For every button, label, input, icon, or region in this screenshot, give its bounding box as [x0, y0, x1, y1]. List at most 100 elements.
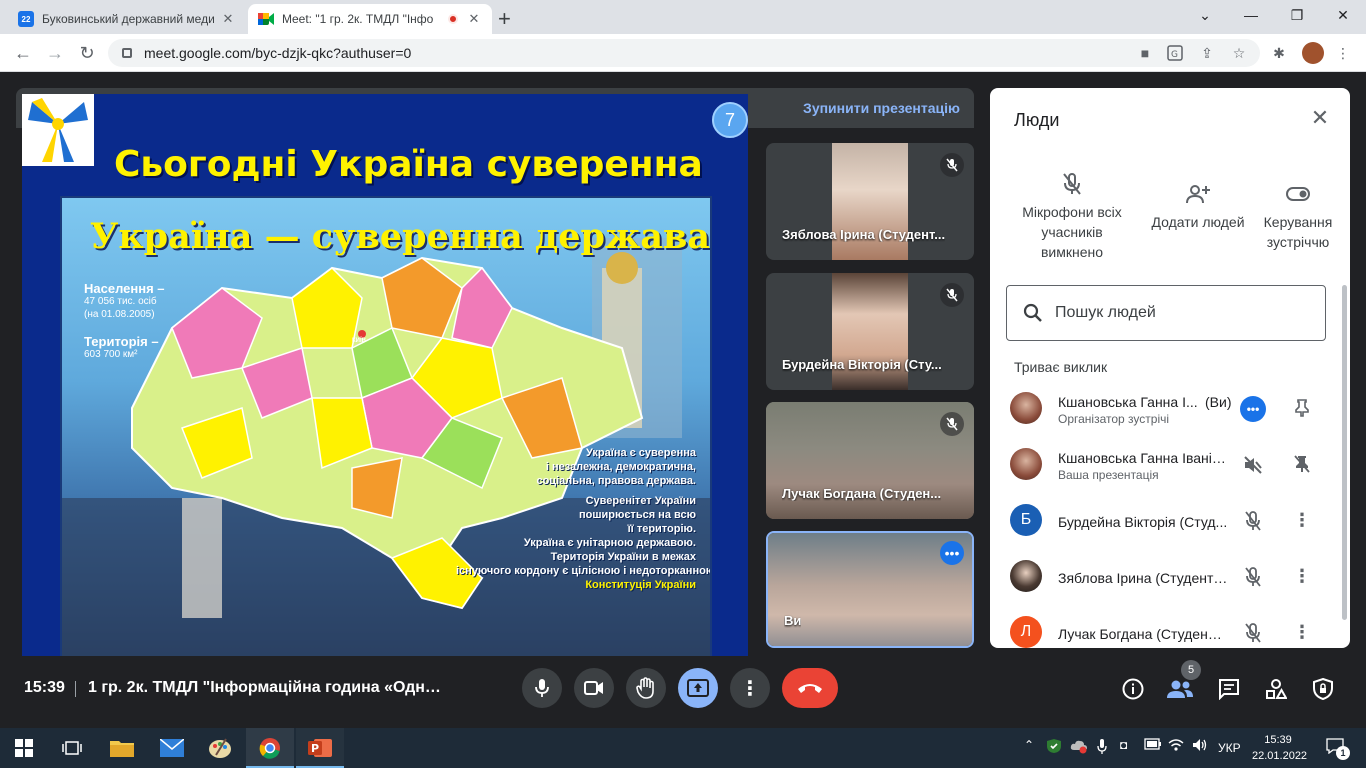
menu-dots-icon[interactable]: ⋮	[1334, 44, 1352, 62]
more-options-icon[interactable]: •••	[1240, 396, 1266, 422]
mic-tray-icon[interactable]	[1097, 739, 1107, 758]
poster-stats: Населення – 47 056 тис. осіб (на 01.08.2…	[84, 282, 165, 361]
volume-off-icon[interactable]	[1240, 452, 1266, 478]
person-name: Бурдейна Вікторія (Студ...	[1058, 514, 1228, 530]
dropdown-icon[interactable]: ⌄	[1182, 0, 1228, 30]
meeting-details-icon[interactable]	[1120, 676, 1146, 702]
url-bar[interactable]: meet.google.com/byc-dzjk-qkc?authuser=0	[108, 39, 1260, 67]
mic-off-icon	[1240, 508, 1266, 534]
paint-icon[interactable]	[208, 736, 232, 760]
host-controls-shield-icon[interactable]	[1310, 676, 1336, 702]
toggle-icon	[1252, 180, 1344, 208]
new-tab-icon[interactable]: +	[498, 6, 511, 32]
file-explorer-icon[interactable]	[110, 736, 134, 760]
self-view-tile[interactable]: ••• Ви	[766, 531, 974, 648]
keyboard-language[interactable]: УКР	[1218, 741, 1241, 755]
close-tab-icon[interactable]: ✕	[220, 11, 236, 27]
person-row[interactable]: Зяблова Ірина (Студент ... ⋮	[990, 548, 1335, 604]
close-panel-icon[interactable]: ✕	[1308, 105, 1332, 130]
share-icon[interactable]: ⇪	[1198, 44, 1216, 62]
raise-hand-button[interactable]	[626, 668, 666, 708]
close-window-icon[interactable]: ✕	[1320, 0, 1366, 30]
forward-icon[interactable]: →	[44, 42, 66, 64]
slide-title: Сьогодні Україна суверенна	[114, 144, 703, 185]
person-row[interactable]: Б Бурдейна Вікторія (Студ... ⋮	[990, 492, 1335, 548]
bookmark-star-icon[interactable]: ☆	[1230, 44, 1248, 62]
tab-university[interactable]: 22 Буковинський державний меди ✕	[8, 4, 246, 34]
cloud-error-icon[interactable]	[1070, 738, 1088, 757]
volume-icon[interactable]	[1192, 738, 1208, 755]
hand-icon	[636, 677, 654, 699]
calendar-favicon-icon: 22	[18, 11, 34, 27]
participant-tile[interactable]: Бурдейна Вікторія (Сту...	[766, 273, 974, 390]
camera-button[interactable]	[574, 668, 614, 708]
tab-title: Meet: "1 гр. 2к. ТМДЛ "Інфо	[282, 12, 434, 26]
chrome-icon[interactable]	[258, 736, 282, 760]
host-controls-button[interactable]: Керування зустріччю	[1252, 180, 1344, 252]
people-panel: Люди ✕ Мікрофони всіх учасників вимкнено…	[990, 88, 1350, 648]
add-people-button[interactable]: Додати людей	[1145, 180, 1251, 232]
powerpoint-icon[interactable]: P	[308, 736, 332, 760]
tray-up-arrow-icon[interactable]: ⌃	[1024, 738, 1034, 752]
url-text: meet.google.com/byc-dzjk-qkc?authuser=0	[144, 45, 412, 61]
unpin-icon[interactable]	[1290, 452, 1314, 476]
restore-icon[interactable]: ❐	[1274, 0, 1320, 30]
microphone-button[interactable]	[522, 668, 562, 708]
mic-off-icon	[1240, 620, 1266, 646]
person-row[interactable]: Кшановська Ганна Іванів... Ваша презента…	[990, 436, 1335, 492]
more-vert-icon[interactable]: ⋮	[1290, 508, 1314, 532]
divider	[75, 681, 76, 697]
system-clock[interactable]: 15:39 22.01.2022	[1252, 732, 1307, 764]
more-vert-icon[interactable]: ⋮	[1290, 620, 1314, 644]
minimize-icon[interactable]: —	[1228, 0, 1274, 30]
present-screen-button[interactable]	[678, 668, 718, 708]
population-date: (на 01.08.2005)	[84, 309, 155, 320]
poster-line: Суверенітет України	[585, 495, 696, 507]
task-view-icon[interactable]	[60, 736, 84, 760]
tab-meet[interactable]: Meet: "1 гр. 2к. ТМДЛ "Інфо ✕	[248, 4, 492, 34]
person-row[interactable]: Л Лучак Богдана (Студент ... ⋮	[990, 604, 1335, 648]
more-options-icon[interactable]: •••	[940, 541, 964, 565]
shield-tray-icon[interactable]	[1046, 738, 1062, 757]
population-value: 47 056 тис. осіб	[84, 296, 157, 307]
person-row[interactable]: Кшановська Ганна І... (Ви) Організатор з…	[990, 380, 1335, 436]
mic-off-icon	[940, 412, 964, 436]
camera-icon[interactable]: ■	[1136, 44, 1154, 62]
back-icon[interactable]: ←	[12, 42, 34, 64]
wifi-icon[interactable]	[1168, 738, 1184, 755]
avatar	[1010, 392, 1042, 424]
windows-start-icon[interactable]	[12, 736, 36, 760]
reload-icon[interactable]: ↻	[76, 42, 98, 64]
leave-call-button[interactable]	[782, 668, 838, 708]
mic-off-icon	[1240, 564, 1266, 590]
add-people-label: Додати людей	[1151, 214, 1245, 230]
profile-avatar[interactable]	[1302, 42, 1324, 64]
poster-line: соціальна, правова держава.	[536, 475, 696, 487]
translate-icon[interactable]: G	[1166, 44, 1184, 62]
person-role: Організатор зустрічі	[1058, 412, 1170, 426]
activities-icon[interactable]	[1263, 676, 1289, 702]
participant-tile[interactable]: Зяблова Ірина (Студент...	[766, 143, 974, 260]
participant-tile[interactable]: Лучак Богдана (Студен...	[766, 402, 974, 519]
mic-off-icon	[940, 153, 964, 177]
close-tab-icon[interactable]: ✕	[466, 11, 482, 27]
you-label: (Ви)	[1205, 394, 1232, 410]
pin-icon[interactable]	[1290, 396, 1314, 420]
mail-icon[interactable]	[160, 736, 184, 760]
poster-line: Україна є суверенна	[585, 447, 696, 459]
stop-presentation-button[interactable]: Зупинити презентацію	[803, 100, 960, 116]
more-vert-icon[interactable]: ⋮	[1290, 564, 1314, 588]
battery-icon[interactable]	[1144, 738, 1162, 753]
mute-all-status[interactable]: Мікрофони всіх учасників вимкнено	[1016, 170, 1128, 262]
search-people-input[interactable]: Пошук людей	[1006, 285, 1326, 341]
territory-label: Територія –	[84, 334, 159, 349]
more-options-button[interactable]: ⋮	[730, 668, 770, 708]
panel-scrollbar[interactable]	[1342, 285, 1347, 620]
windows-taskbar: P ⌃ ◘ УКР 15:39 22.01.2022 1	[0, 728, 1366, 768]
present-to-all-icon	[687, 679, 709, 697]
webcam-tray-icon[interactable]: ◘	[1120, 738, 1127, 752]
notification-count-badge: 1	[1336, 746, 1350, 760]
extensions-icon[interactable]: ✱	[1270, 44, 1288, 62]
chat-icon[interactable]	[1216, 676, 1242, 702]
person-name: Лучак Богдана (Студент ...	[1058, 626, 1228, 642]
